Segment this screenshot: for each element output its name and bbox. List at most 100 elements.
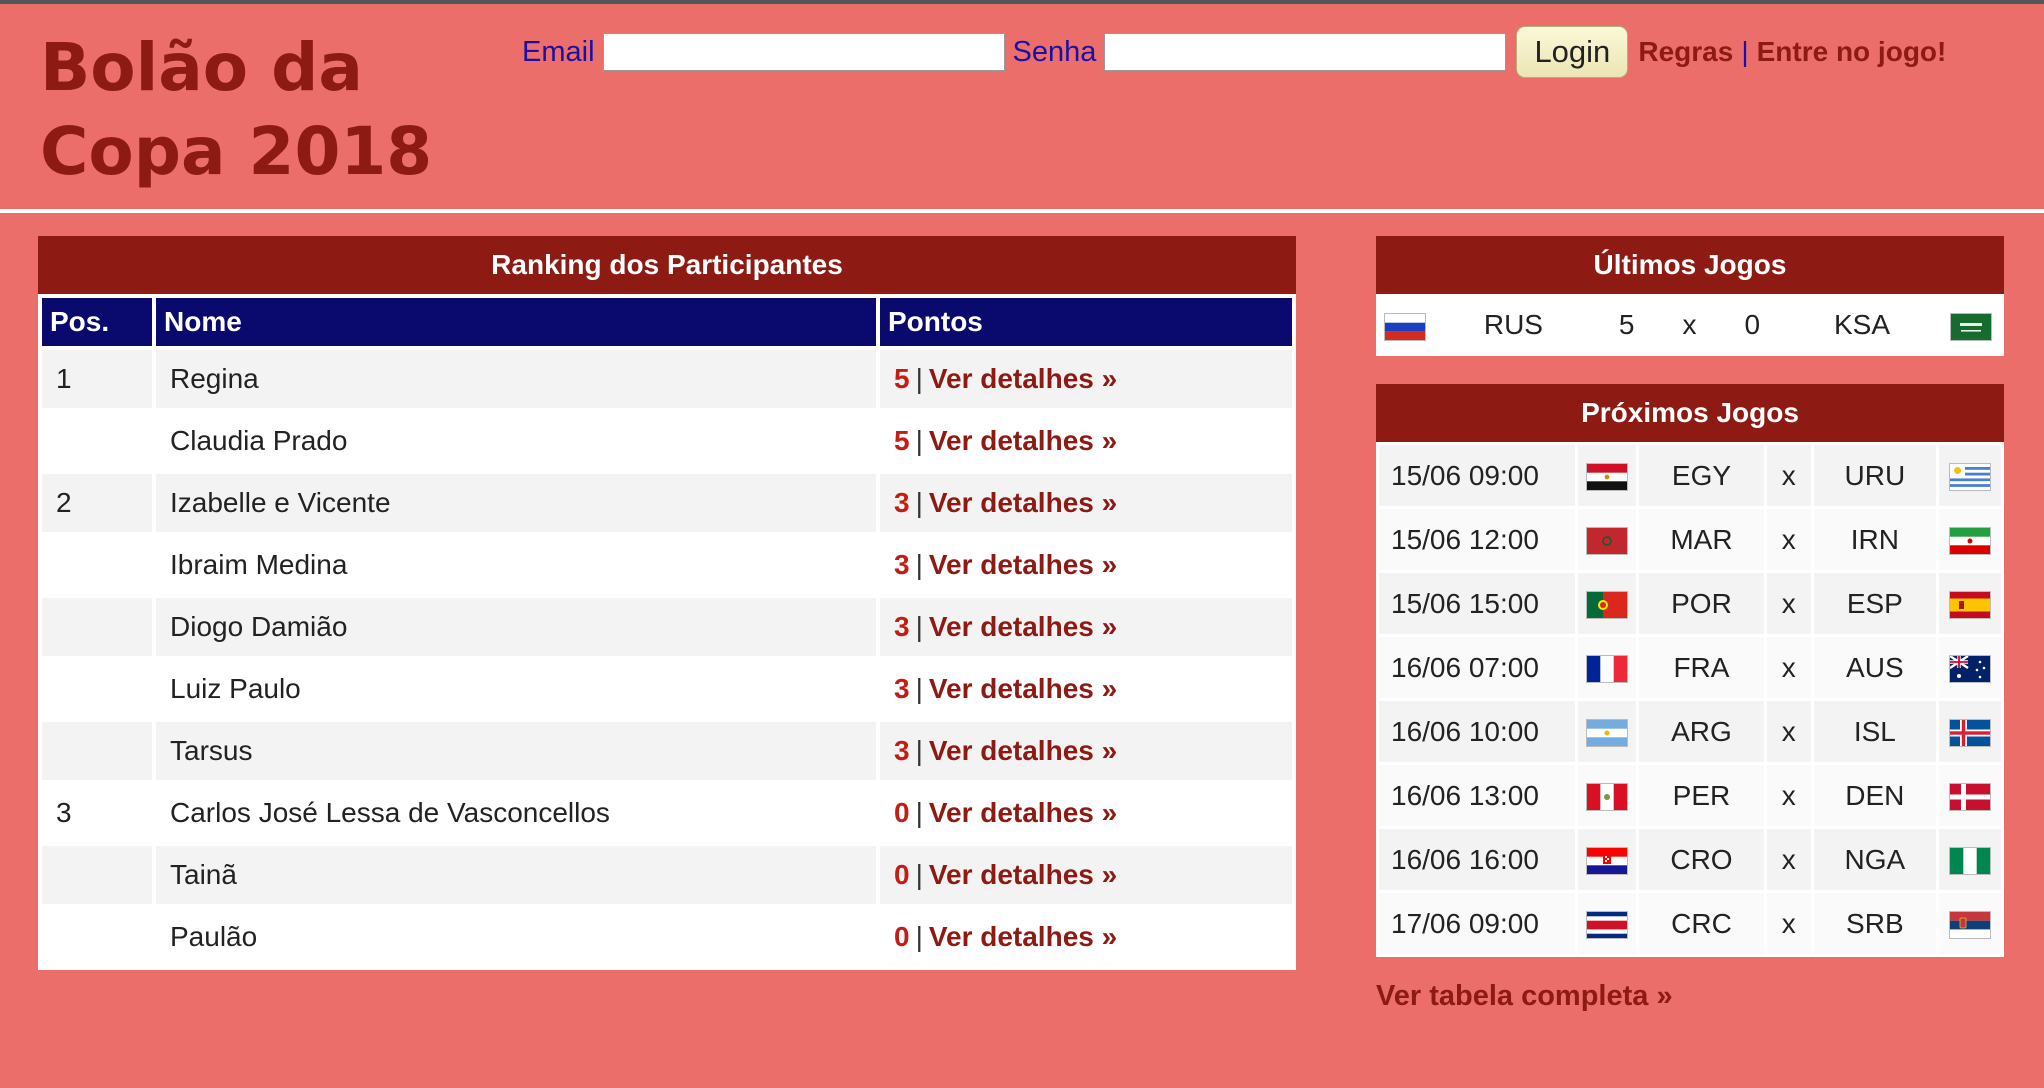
- points-separator: |: [915, 611, 923, 642]
- participant-name: Diogo Damião: [156, 598, 876, 656]
- details-link[interactable]: Ver detalhes »: [929, 735, 1117, 766]
- away-team: IRN: [1813, 509, 1936, 570]
- points-separator: |: [915, 921, 923, 952]
- points-cell: 3 | Ver detalhes »: [880, 660, 1292, 718]
- details-link[interactable]: Ver detalhes »: [929, 425, 1117, 456]
- home-team: MAR: [1639, 509, 1764, 570]
- table-row: Claudia Prado 5 | Ver detalhes »: [42, 412, 1292, 470]
- points-separator: |: [915, 673, 923, 704]
- versus: x: [1766, 701, 1811, 762]
- join-game-link[interactable]: Entre no jogo!: [1757, 36, 1947, 68]
- flag-morocco-icon: [1587, 528, 1627, 555]
- points-value: 0: [894, 859, 910, 890]
- game-row: 16/06 07:00 FRA x AUS: [1379, 637, 2001, 698]
- away-team: AUS: [1813, 637, 1936, 698]
- participant-name: Paulão: [156, 908, 876, 966]
- flag-peru-icon: [1587, 784, 1627, 811]
- versus: x: [1660, 297, 1719, 353]
- site-title: Bolão da Copa 2018: [40, 26, 440, 194]
- flag-argentina-icon: [1587, 720, 1627, 747]
- versus: x: [1766, 765, 1811, 826]
- game-datetime: 15/06 09:00: [1379, 445, 1575, 506]
- participant-name: Luiz Paulo: [156, 660, 876, 718]
- game-datetime: 16/06 16:00: [1379, 829, 1575, 890]
- last-games-panel: Últimos Jogos RUS 5 x 0 KSA: [1376, 236, 2004, 356]
- full-table-link[interactable]: Ver tabela completa »: [1376, 980, 1673, 1013]
- points-cell: 5 | Ver detalhes »: [880, 412, 1292, 470]
- game-row: 16/06 10:00 ARG x ISL: [1379, 701, 2001, 762]
- flag-france-icon: [1587, 656, 1627, 683]
- flag-egypt-icon: [1587, 464, 1627, 491]
- game-datetime: 16/06 13:00: [1379, 765, 1575, 826]
- position-cell: [42, 598, 152, 656]
- game-row: 16/06 13:00 PER x DEN: [1379, 765, 2001, 826]
- away-team: KSA: [1786, 297, 1938, 353]
- column-header-points: Pontos: [880, 298, 1292, 346]
- table-row: 2 Izabelle e Vicente 3 | Ver detalhes »: [42, 474, 1292, 532]
- away-score: 0: [1721, 297, 1784, 353]
- details-link[interactable]: Ver detalhes »: [929, 921, 1117, 952]
- participant-name: Tainã: [156, 846, 876, 904]
- email-field[interactable]: [602, 33, 1005, 71]
- points-value: 3: [894, 735, 910, 766]
- points-separator: |: [915, 425, 923, 456]
- ranking-header-row: Pos. Nome Pontos: [42, 298, 1292, 346]
- points-cell: 3 | Ver detalhes »: [880, 598, 1292, 656]
- flag-serbia-icon: [1950, 912, 1990, 939]
- points-cell: 0 | Ver detalhes »: [880, 908, 1292, 966]
- table-row: Luiz Paulo 3 | Ver detalhes »: [42, 660, 1292, 718]
- participant-name: Tarsus: [156, 722, 876, 780]
- versus: x: [1766, 893, 1811, 954]
- away-team: ISL: [1813, 701, 1936, 762]
- participant-name: Izabelle e Vicente: [156, 474, 876, 532]
- header-link-separator: |: [1741, 36, 1749, 67]
- participant-name: Carlos José Lessa de Vasconcellos: [156, 784, 876, 842]
- points-value: 5: [894, 363, 910, 394]
- home-team: PER: [1639, 765, 1764, 826]
- points-cell: 3 | Ver detalhes »: [880, 722, 1292, 780]
- login-button[interactable]: Login: [1516, 26, 1629, 78]
- participant-name: Ibraim Medina: [156, 536, 876, 594]
- details-link[interactable]: Ver detalhes »: [929, 363, 1117, 394]
- points-value: 3: [894, 487, 910, 518]
- details-link[interactable]: Ver detalhes »: [929, 673, 1117, 704]
- points-value: 3: [894, 673, 910, 704]
- points-separator: |: [915, 859, 923, 890]
- home-team: CRC: [1639, 893, 1764, 954]
- flag-australia-icon: [1950, 656, 1990, 683]
- details-link[interactable]: Ver detalhes »: [929, 797, 1117, 828]
- participant-name: Regina: [156, 350, 876, 408]
- email-label: Email: [522, 35, 595, 68]
- flag-saudi-arabia-icon: [1951, 313, 1991, 340]
- flag-uruguay-icon: [1950, 464, 1990, 491]
- versus: x: [1766, 445, 1811, 506]
- game-datetime: 16/06 10:00: [1379, 701, 1575, 762]
- position-cell: [42, 412, 152, 470]
- last-games-title: Últimos Jogos: [1376, 236, 2004, 294]
- points-separator: |: [915, 735, 923, 766]
- points-cell: 3 | Ver detalhes »: [880, 474, 1292, 532]
- flag-iceland-icon: [1950, 720, 1990, 747]
- details-link[interactable]: Ver detalhes »: [929, 549, 1117, 580]
- game-datetime: 15/06 15:00: [1379, 573, 1575, 634]
- password-field[interactable]: [1104, 33, 1507, 71]
- details-link[interactable]: Ver detalhes »: [929, 859, 1117, 890]
- home-team: ARG: [1639, 701, 1764, 762]
- table-row: 3 Carlos José Lessa de Vasconcellos 0 | Ver …: [42, 784, 1292, 842]
- home-team: POR: [1639, 573, 1764, 634]
- rules-link[interactable]: Regras: [1638, 36, 1733, 68]
- details-link[interactable]: Ver detalhes »: [929, 487, 1117, 518]
- points-cell: 3 | Ver detalhes »: [880, 536, 1292, 594]
- password-label: Senha: [1012, 35, 1097, 68]
- table-row: Paulão 0 | Ver detalhes »: [42, 908, 1292, 966]
- flag-portugal-icon: [1587, 592, 1627, 619]
- table-row: Diogo Damião 3 | Ver detalhes »: [42, 598, 1292, 656]
- game-row: 15/06 15:00 POR x ESP: [1379, 573, 2001, 634]
- position-cell: 3: [42, 784, 152, 842]
- next-games-title: Próximos Jogos: [1376, 384, 2004, 442]
- home-team: CRO: [1639, 829, 1764, 890]
- away-team: SRB: [1813, 893, 1936, 954]
- login-form: Email Senha Login Regras | Entre no jogo…: [522, 24, 1946, 80]
- details-link[interactable]: Ver detalhes »: [929, 611, 1117, 642]
- table-row: Tainã 0 | Ver detalhes »: [42, 846, 1292, 904]
